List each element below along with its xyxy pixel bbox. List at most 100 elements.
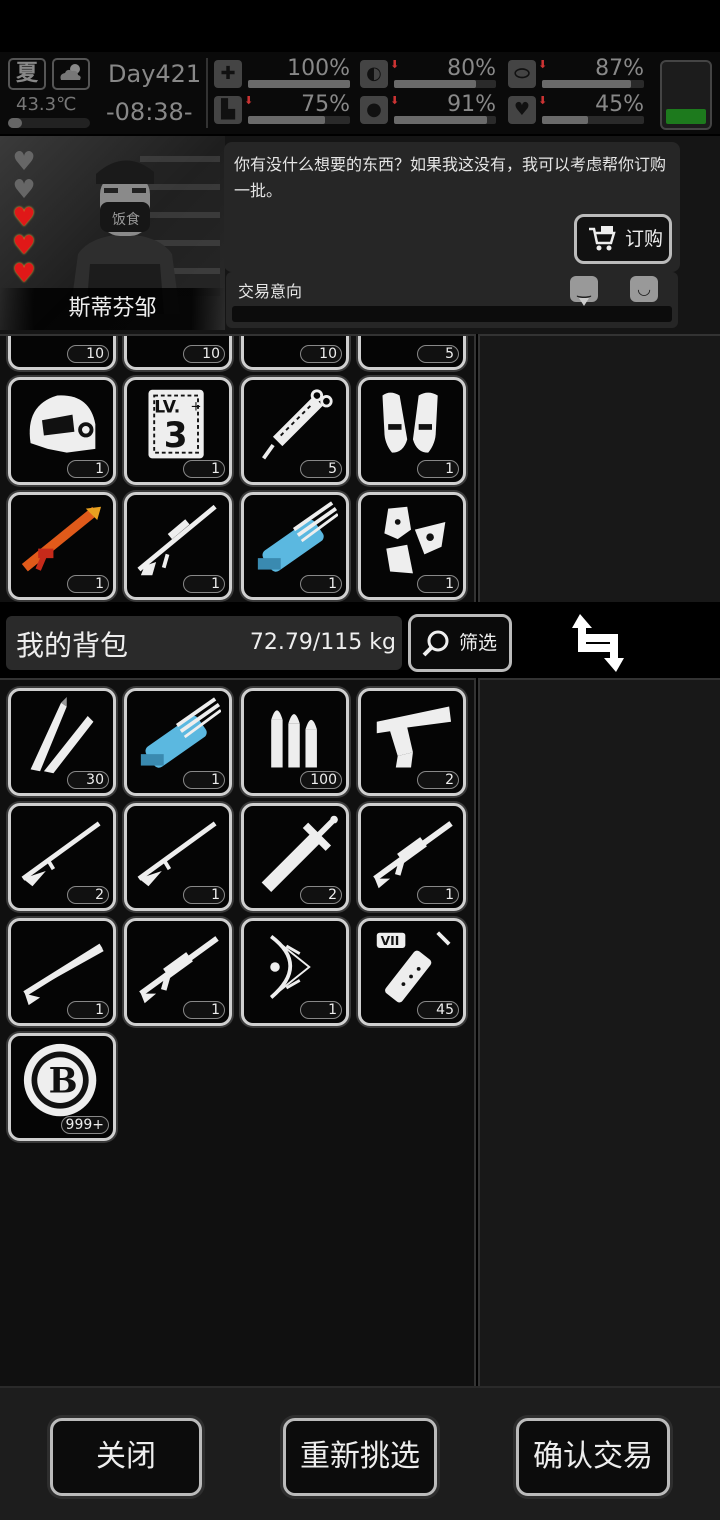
season-indicator: 夏 — [8, 58, 46, 90]
backpack-item-slot[interactable]: 1 — [124, 803, 232, 911]
heart-full-icon: ♥ — [12, 259, 36, 289]
ammo-rounds-icon — [271, 710, 317, 768]
order-button-label: 订购 — [625, 228, 664, 250]
svg-text:VII: VII — [381, 934, 400, 948]
item-count: 1 — [300, 575, 342, 593]
hunting-rifle-icon — [137, 821, 217, 887]
trader-item-slot[interactable]: 1 — [358, 492, 466, 600]
intent-track — [232, 306, 672, 322]
partly-cloudy-icon — [52, 58, 90, 90]
trader-portrait: 饭食 ♥ ♥ ♥ ♥ ♥ 斯蒂芬邹 — [0, 136, 225, 330]
day-counter: Day421 — [108, 60, 202, 88]
down-arrow-icon: ⬇ — [538, 58, 548, 71]
item-count: 1 — [417, 460, 459, 478]
stat-thirst-value: 91% — [447, 92, 496, 117]
hunting-rifle-icon — [21, 821, 101, 887]
assault-rifle-icon — [139, 936, 219, 1004]
heart-full-icon: ♥ — [12, 231, 36, 261]
trader-item-slot[interactable]: 1 — [124, 492, 232, 600]
down-arrow-icon: ⬇ — [390, 58, 400, 71]
swap-icon[interactable] — [570, 612, 626, 674]
backpack-item-slot[interactable]: B 999+ — [8, 1033, 116, 1141]
serum-vii-icon: VII — [376, 931, 451, 1003]
backpack-item-slot[interactable]: 1 — [124, 688, 232, 796]
trader-offer-panel — [478, 334, 720, 602]
svg-text:+: + — [190, 400, 201, 415]
status-bar: 夏 43.3℃ Day421 -08:38- ✚ 100% ◐ ⬇ 80% ⬭ … — [0, 52, 720, 134]
backpack-item-slot[interactable]: 2 — [8, 803, 116, 911]
close-button[interactable]: 关闭 — [50, 1418, 202, 1496]
item-count: 1 — [183, 460, 225, 478]
confirm-trade-button[interactable]: 确认交易 — [516, 1418, 670, 1496]
svg-text:B: B — [49, 1061, 78, 1101]
water-drop-icon: ● — [360, 96, 388, 124]
footer-bar: 关闭 重新挑选 确认交易 — [0, 1386, 720, 1520]
happy-face-icon: ◡ — [630, 276, 658, 302]
boot-icon: ▙ — [214, 96, 242, 124]
trader-item-slot[interactable]: 10 — [124, 336, 232, 370]
trader-item-slot[interactable]: 5 — [241, 377, 349, 485]
trader-item-slot[interactable]: 10 — [241, 336, 349, 370]
backpack-inventory: 30 1 100 2 2 1 2 1 1 1 1 VII 45 B 999+ — [0, 678, 476, 1386]
trader-item-slot[interactable]: 1 — [8, 492, 116, 600]
backpack-item-slot[interactable]: 100 — [241, 688, 349, 796]
stat-health-value: 100% — [287, 56, 350, 81]
backpack-item-slot[interactable]: 2 — [241, 803, 349, 911]
backpack-item-slot[interactable]: 1 — [358, 803, 466, 911]
backpack-item-slot[interactable]: 1 — [8, 918, 116, 1026]
svg-text:3: 3 — [164, 416, 188, 456]
item-count: 1 — [67, 575, 109, 593]
trader-item-slot[interactable]: 1 — [8, 377, 116, 485]
svg-text:饭食: 饭食 — [112, 211, 140, 228]
backpack-item-slot[interactable]: 1 — [241, 918, 349, 1026]
sniper-rifle-icon — [137, 504, 217, 576]
item-count: 1 — [417, 886, 459, 904]
medkit-icon: ✚ — [214, 60, 242, 88]
stat-stamina: ▙ ⬇ 75% — [214, 92, 350, 126]
item-count: 5 — [417, 345, 459, 363]
backpack-title-box: 我的背包 72.79/115 kg — [6, 616, 402, 670]
backpack-header: 我的背包 72.79/115 kg 筛选 — [0, 604, 720, 678]
compound-bow-icon — [269, 935, 311, 999]
dialog-text: 你有没什么想要的东西？如果我这没有，我可以考虑帮你订购一批。 — [234, 155, 667, 200]
down-arrow-icon: ⬇ — [390, 94, 400, 107]
intent-marker — [579, 298, 589, 306]
trader-item-slot[interactable]: 1 — [241, 492, 349, 600]
stat-hunger-value: 80% — [447, 56, 496, 81]
backpack-item-slot[interactable]: 2 — [358, 688, 466, 796]
item-count: 1 — [67, 1001, 109, 1019]
backpack-item-slot[interactable]: 1 — [124, 918, 232, 1026]
trader-panel: 饭食 ♥ ♥ ♥ ♥ ♥ 斯蒂芬邹 你有没什么想要的东西？如果我这没有，我可以考虑帮你订… — [0, 136, 720, 334]
filter-button-label: 筛选 — [459, 632, 498, 654]
helmet-icon — [29, 395, 96, 453]
order-button[interactable]: 订购 — [574, 214, 672, 264]
trader-item-slot[interactable]: 5 — [358, 336, 466, 370]
item-count: 10 — [300, 345, 342, 363]
trader-item-slot[interactable]: 1 — [358, 377, 466, 485]
item-count: 1 — [67, 460, 109, 478]
down-arrow-icon: ⬇ — [538, 94, 548, 107]
temperature-bar — [8, 118, 90, 128]
item-count: 1 — [183, 1001, 225, 1019]
filter-button[interactable]: 筛选 — [408, 614, 512, 672]
backpack-weight: 72.79/115 kg — [249, 630, 396, 655]
rifle-bullets-icon — [30, 697, 94, 774]
heart-full-icon: ♥ — [12, 203, 36, 233]
item-count: 1 — [417, 575, 459, 593]
clock: -08:38- — [106, 98, 193, 126]
bitcoin-chip-icon: B — [23, 1043, 97, 1117]
trader-item-slot[interactable]: 10 — [8, 336, 116, 370]
item-count: 999+ — [60, 1116, 109, 1134]
stat-mood-value: 87% — [595, 56, 644, 81]
backpack-item-slot[interactable]: VII 45 — [358, 918, 466, 1026]
assault-rifle-icon — [373, 821, 453, 889]
reselect-button[interactable]: 重新挑选 — [283, 1418, 437, 1496]
trader-item-slot[interactable]: LV. 3 +1 — [124, 377, 232, 485]
heart-empty-icon: ♥ — [12, 175, 36, 205]
backpack-item-slot[interactable]: 30 — [8, 688, 116, 796]
affinity-hearts: ♥ ♥ ♥ ♥ ♥ — [10, 149, 40, 290]
backpack-title: 我的背包 — [16, 629, 129, 662]
desert-eagle-icon — [376, 706, 452, 768]
minigun-blue-icon — [257, 501, 338, 572]
stat-thirst: ● ⬇ 91% — [360, 92, 496, 126]
